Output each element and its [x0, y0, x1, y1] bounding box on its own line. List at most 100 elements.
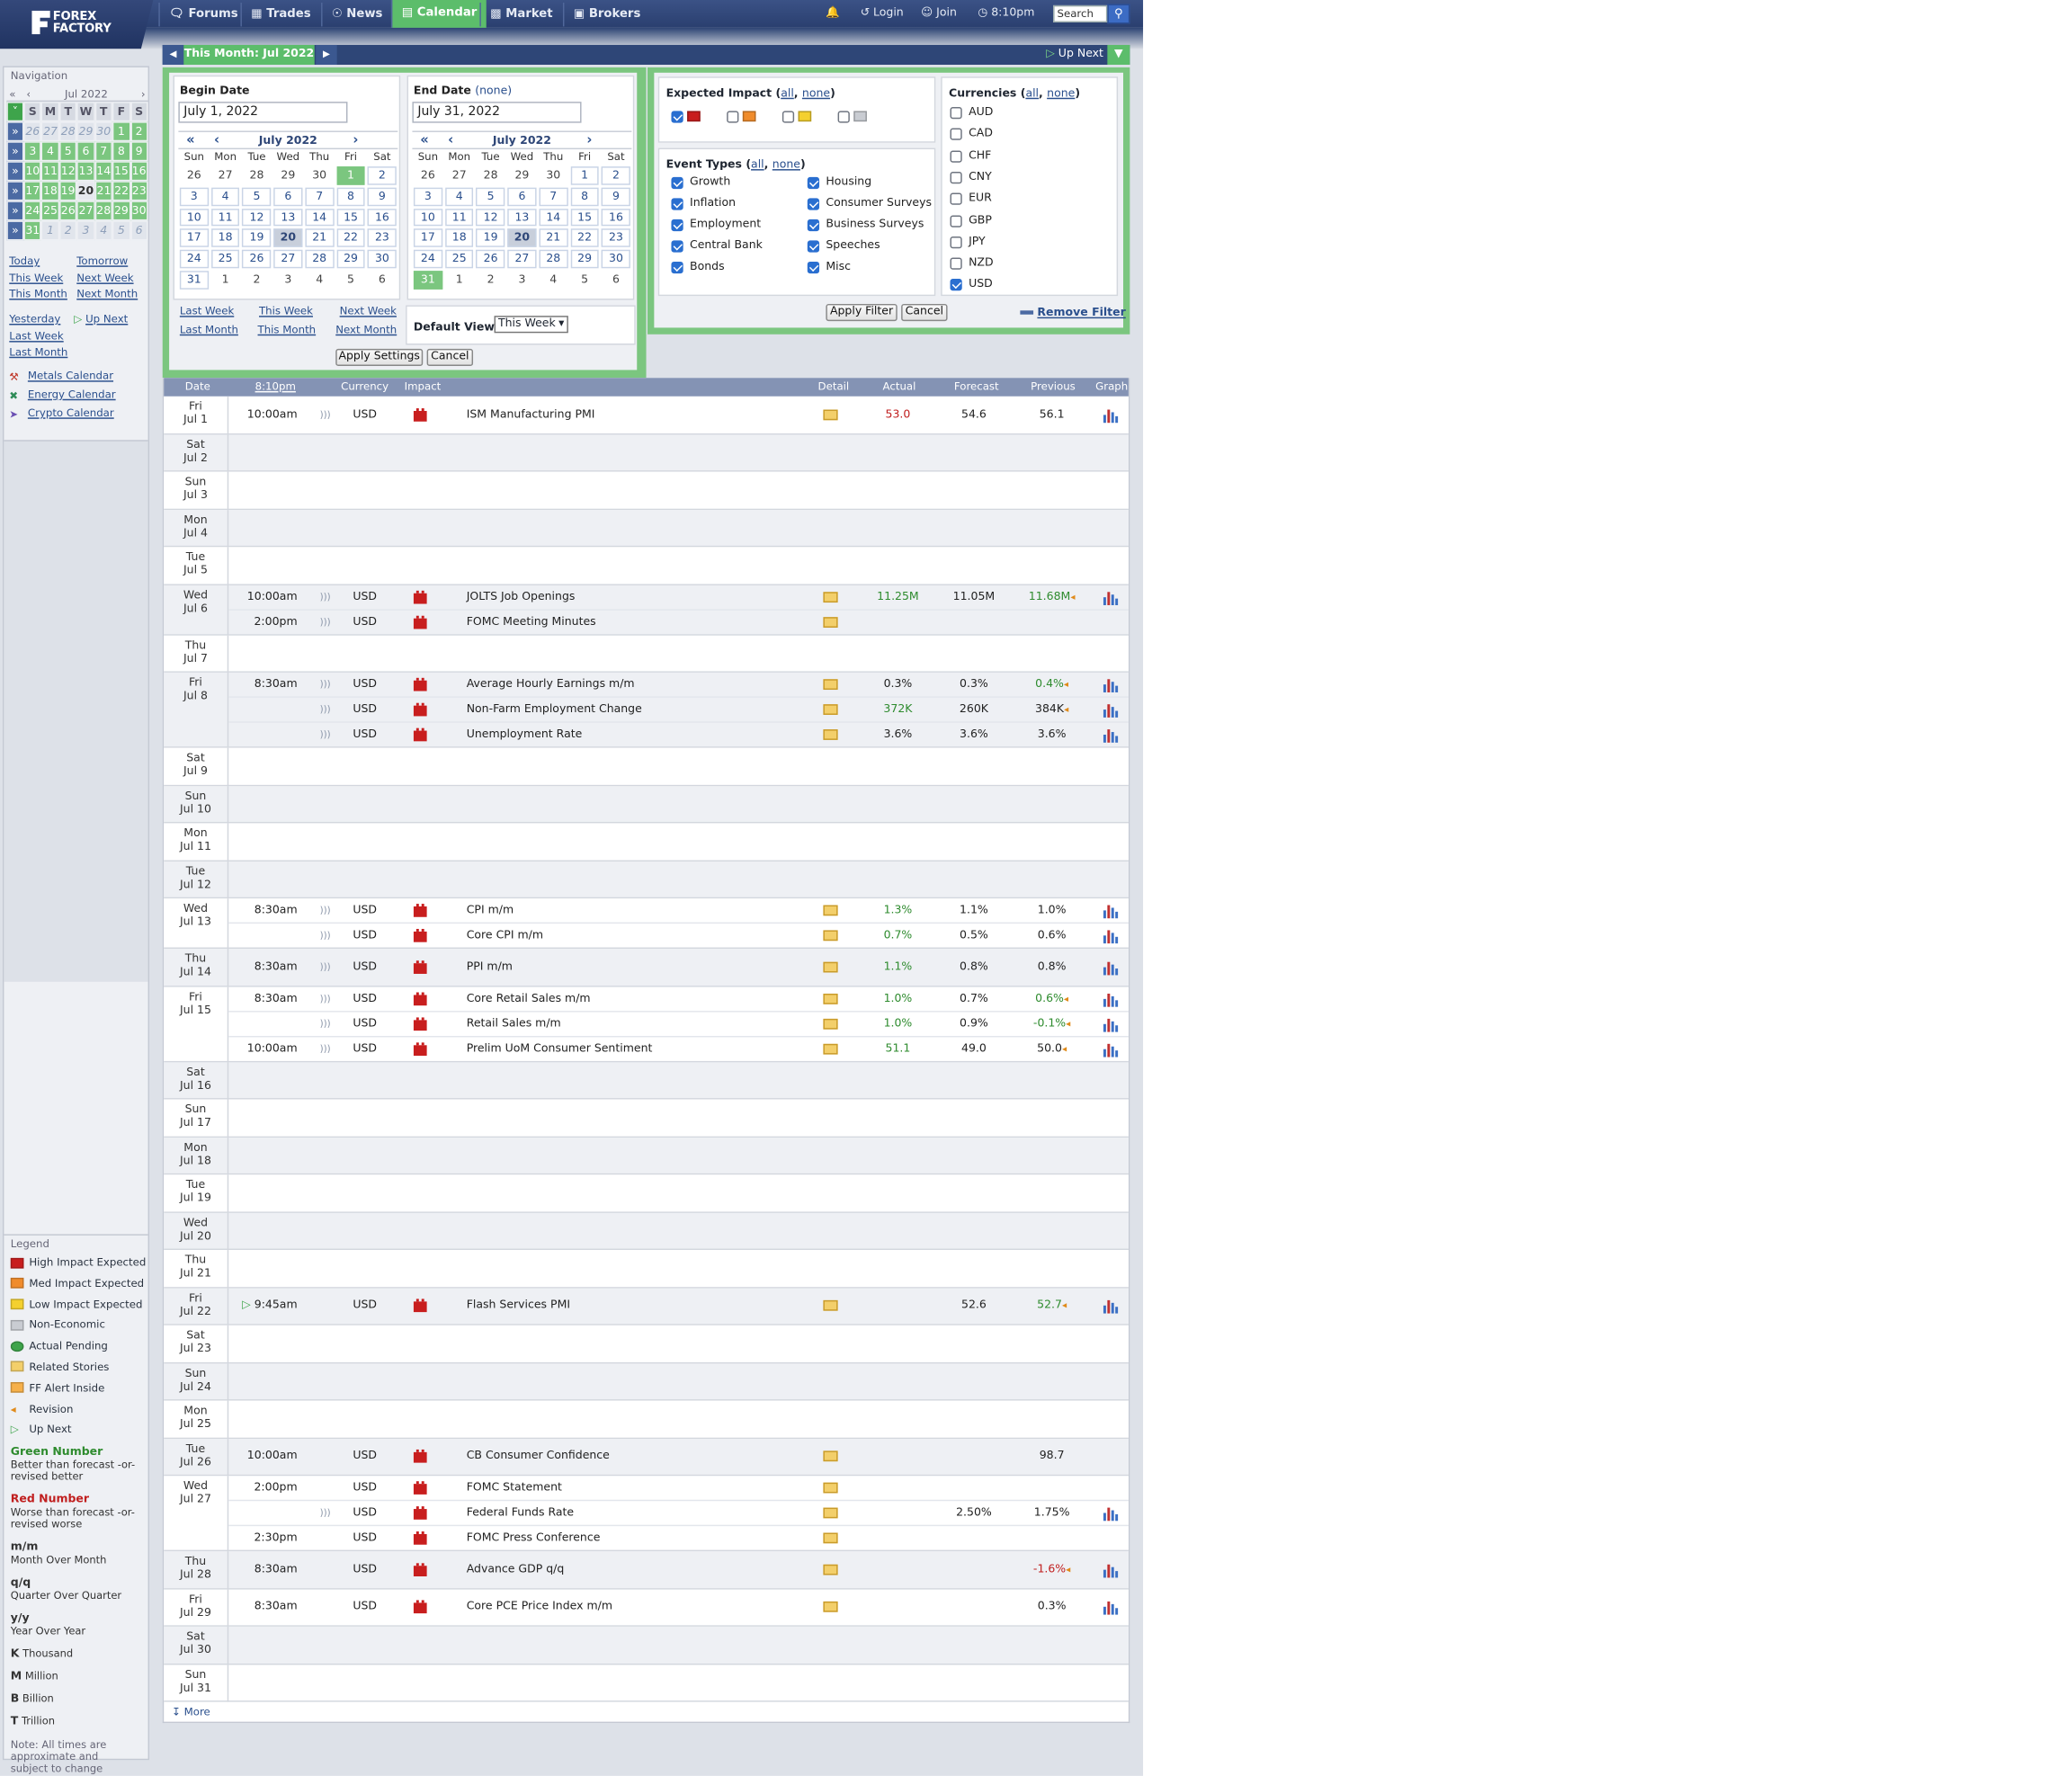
- event-name[interactable]: CB Consumer Confidence: [467, 1444, 610, 1469]
- impact-non-economic-checkbox[interactable]: [837, 111, 850, 123]
- graph-icon[interactable]: [1103, 960, 1119, 975]
- filter-icon[interactable]: ▼: [1107, 44, 1130, 66]
- event-type-checkbox[interactable]: [671, 198, 683, 210]
- sound-alert-icon[interactable]: ))): [320, 955, 331, 980]
- week-select-icon[interactable]: »: [6, 161, 24, 182]
- picker-day[interactable]: 26: [242, 249, 272, 269]
- picker-day[interactable]: 29: [336, 249, 366, 269]
- graph-icon[interactable]: [1103, 1600, 1119, 1615]
- prev-year-icon[interactable]: «: [420, 132, 429, 151]
- picker-day[interactable]: 30: [367, 249, 397, 269]
- picker-day[interactable]: 10: [413, 208, 442, 227]
- detail-folder-icon[interactable]: [823, 679, 838, 691]
- energy-calendar-link[interactable]: ✖ Energy Calendar: [9, 388, 115, 404]
- cancel-filter-button[interactable]: Cancel: [901, 303, 948, 322]
- mini-calendar-day[interactable]: 12: [58, 161, 77, 182]
- event-row[interactable]: 8:30am USD Core PCE Price Index m/m 0.3%: [228, 1595, 1129, 1620]
- event-type-checkbox[interactable]: [671, 240, 683, 253]
- detail-folder-icon[interactable]: [823, 1564, 838, 1575]
- picker-day[interactable]: 23: [602, 228, 630, 248]
- event-name[interactable]: Retail Sales m/m: [467, 1012, 561, 1037]
- impact-low-checkbox[interactable]: [781, 111, 795, 123]
- picker-day[interactable]: 2: [476, 271, 505, 290]
- col-time[interactable]: 8:10pm: [255, 378, 296, 397]
- mini-calendar-day[interactable]: 3: [23, 141, 42, 162]
- mini-calendar-day[interactable]: 25: [41, 201, 59, 221]
- picker-day[interactable]: 15: [570, 208, 600, 227]
- picker-day[interactable]: 19: [242, 228, 272, 248]
- picker-day[interactable]: 11: [444, 208, 474, 227]
- picker-day[interactable]: 10: [179, 208, 209, 227]
- mini-calendar-day[interactable]: 4: [41, 141, 59, 162]
- more-link[interactable]: ↧ More: [172, 1706, 210, 1718]
- link-up-next[interactable]: ▷ Up Next: [74, 312, 128, 328]
- picker-day[interactable]: 1: [336, 166, 366, 185]
- detail-folder-icon[interactable]: [823, 616, 838, 628]
- mini-calendar-day[interactable]: 27: [76, 201, 95, 221]
- apply-settings-button[interactable]: Apply Settings: [335, 348, 424, 367]
- mini-calendar-day[interactable]: 7: [94, 141, 113, 162]
- picker-day[interactable]: 29: [507, 166, 537, 185]
- event-types-all-link[interactable]: all: [751, 158, 764, 172]
- event-name[interactable]: JOLTS Job Openings: [467, 585, 576, 610]
- picker-day[interactable]: 15: [336, 208, 366, 227]
- link-last-month[interactable]: Last Month: [9, 345, 67, 361]
- site-logo[interactable]: FOREX FACTORY: [0, 0, 154, 49]
- search-input[interactable]: Search: [1053, 4, 1108, 22]
- sound-alert-icon[interactable]: ))): [320, 1037, 331, 1062]
- picker-day[interactable]: 18: [210, 228, 240, 248]
- graph-icon[interactable]: [1103, 904, 1119, 919]
- picker-day[interactable]: 13: [507, 208, 537, 227]
- mini-calendar-day[interactable]: 22: [112, 181, 130, 201]
- graph-icon[interactable]: [1103, 992, 1119, 1006]
- event-name[interactable]: Prelim UoM Consumer Sentiment: [467, 1037, 653, 1062]
- picker-day[interactable]: 3: [179, 187, 209, 206]
- event-row[interactable]: ))) USD Non-Farm Employment Change 372K 260K…: [228, 698, 1129, 723]
- event-row[interactable]: ))) USD Retail Sales m/m 1.0% 0.9% -0.1%◂: [228, 1012, 1129, 1037]
- mini-calendar-day[interactable]: 24: [23, 201, 42, 221]
- picker-day[interactable]: 30: [602, 249, 630, 269]
- picker-day[interactable]: 30: [305, 166, 335, 185]
- picker-day[interactable]: 4: [539, 271, 568, 290]
- currency-checkbox[interactable]: [950, 214, 962, 228]
- prev-month-icon[interactable]: ‹: [214, 132, 219, 151]
- picker-day[interactable]: 3: [273, 271, 303, 290]
- end-date-none-link[interactable]: (none): [475, 85, 512, 98]
- event-name[interactable]: FOMC Meeting Minutes: [467, 610, 596, 635]
- detail-folder-icon[interactable]: [823, 1601, 838, 1612]
- picker-day[interactable]: 23: [367, 228, 397, 248]
- mini-calendar-day[interactable]: 14: [94, 161, 113, 182]
- picker-day[interactable]: 26: [413, 166, 442, 185]
- prev-year-icon[interactable]: «: [186, 132, 195, 151]
- event-name[interactable]: Flash Services PMI: [467, 1294, 570, 1319]
- mini-calendar-day[interactable]: 20: [76, 181, 95, 201]
- picker-day[interactable]: 18: [444, 228, 474, 248]
- detail-folder-icon[interactable]: [823, 960, 838, 972]
- up-next-button[interactable]: ▷ Up Next: [1046, 45, 1103, 65]
- sound-alert-icon[interactable]: ))): [320, 1012, 331, 1037]
- mini-calendar-day[interactable]: 28: [58, 121, 77, 142]
- ql-this-week[interactable]: This Week: [259, 305, 313, 317]
- mini-calendar-day[interactable]: 15: [112, 161, 130, 182]
- graph-icon[interactable]: [1103, 728, 1119, 743]
- event-row[interactable]: 8:30am USD Advance GDP q/q -1.6%◂: [228, 1557, 1129, 1583]
- picker-day[interactable]: 4: [444, 187, 474, 206]
- event-row[interactable]: 10:00am))) USD Prelim UoM Consumer Sentime…: [228, 1037, 1129, 1062]
- cancel-settings-button[interactable]: Cancel: [426, 348, 474, 367]
- picker-day[interactable]: 27: [507, 249, 537, 269]
- graph-icon[interactable]: [1103, 1042, 1119, 1057]
- mini-calendar-day[interactable]: 6: [130, 220, 148, 241]
- detail-folder-icon[interactable]: [823, 1018, 838, 1029]
- currency-checkbox[interactable]: [950, 192, 962, 206]
- event-type-checkbox[interactable]: [807, 261, 820, 274]
- prev-month-icon[interactable]: ‹: [448, 132, 453, 151]
- end-date-input[interactable]: July 31, 2022: [412, 102, 582, 123]
- event-row[interactable]: 8:30am))) USD CPI m/m 1.3% 1.1% 1.0%: [228, 898, 1129, 924]
- ql-next-week[interactable]: Next Week: [340, 305, 397, 317]
- picker-day[interactable]: 6: [507, 187, 537, 206]
- picker-day[interactable]: 9: [367, 187, 397, 206]
- picker-day[interactable]: 25: [210, 249, 240, 269]
- picker-day[interactable]: 27: [273, 249, 303, 269]
- prev-month-icon[interactable]: ‹: [26, 87, 31, 102]
- graph-icon[interactable]: [1103, 1299, 1119, 1314]
